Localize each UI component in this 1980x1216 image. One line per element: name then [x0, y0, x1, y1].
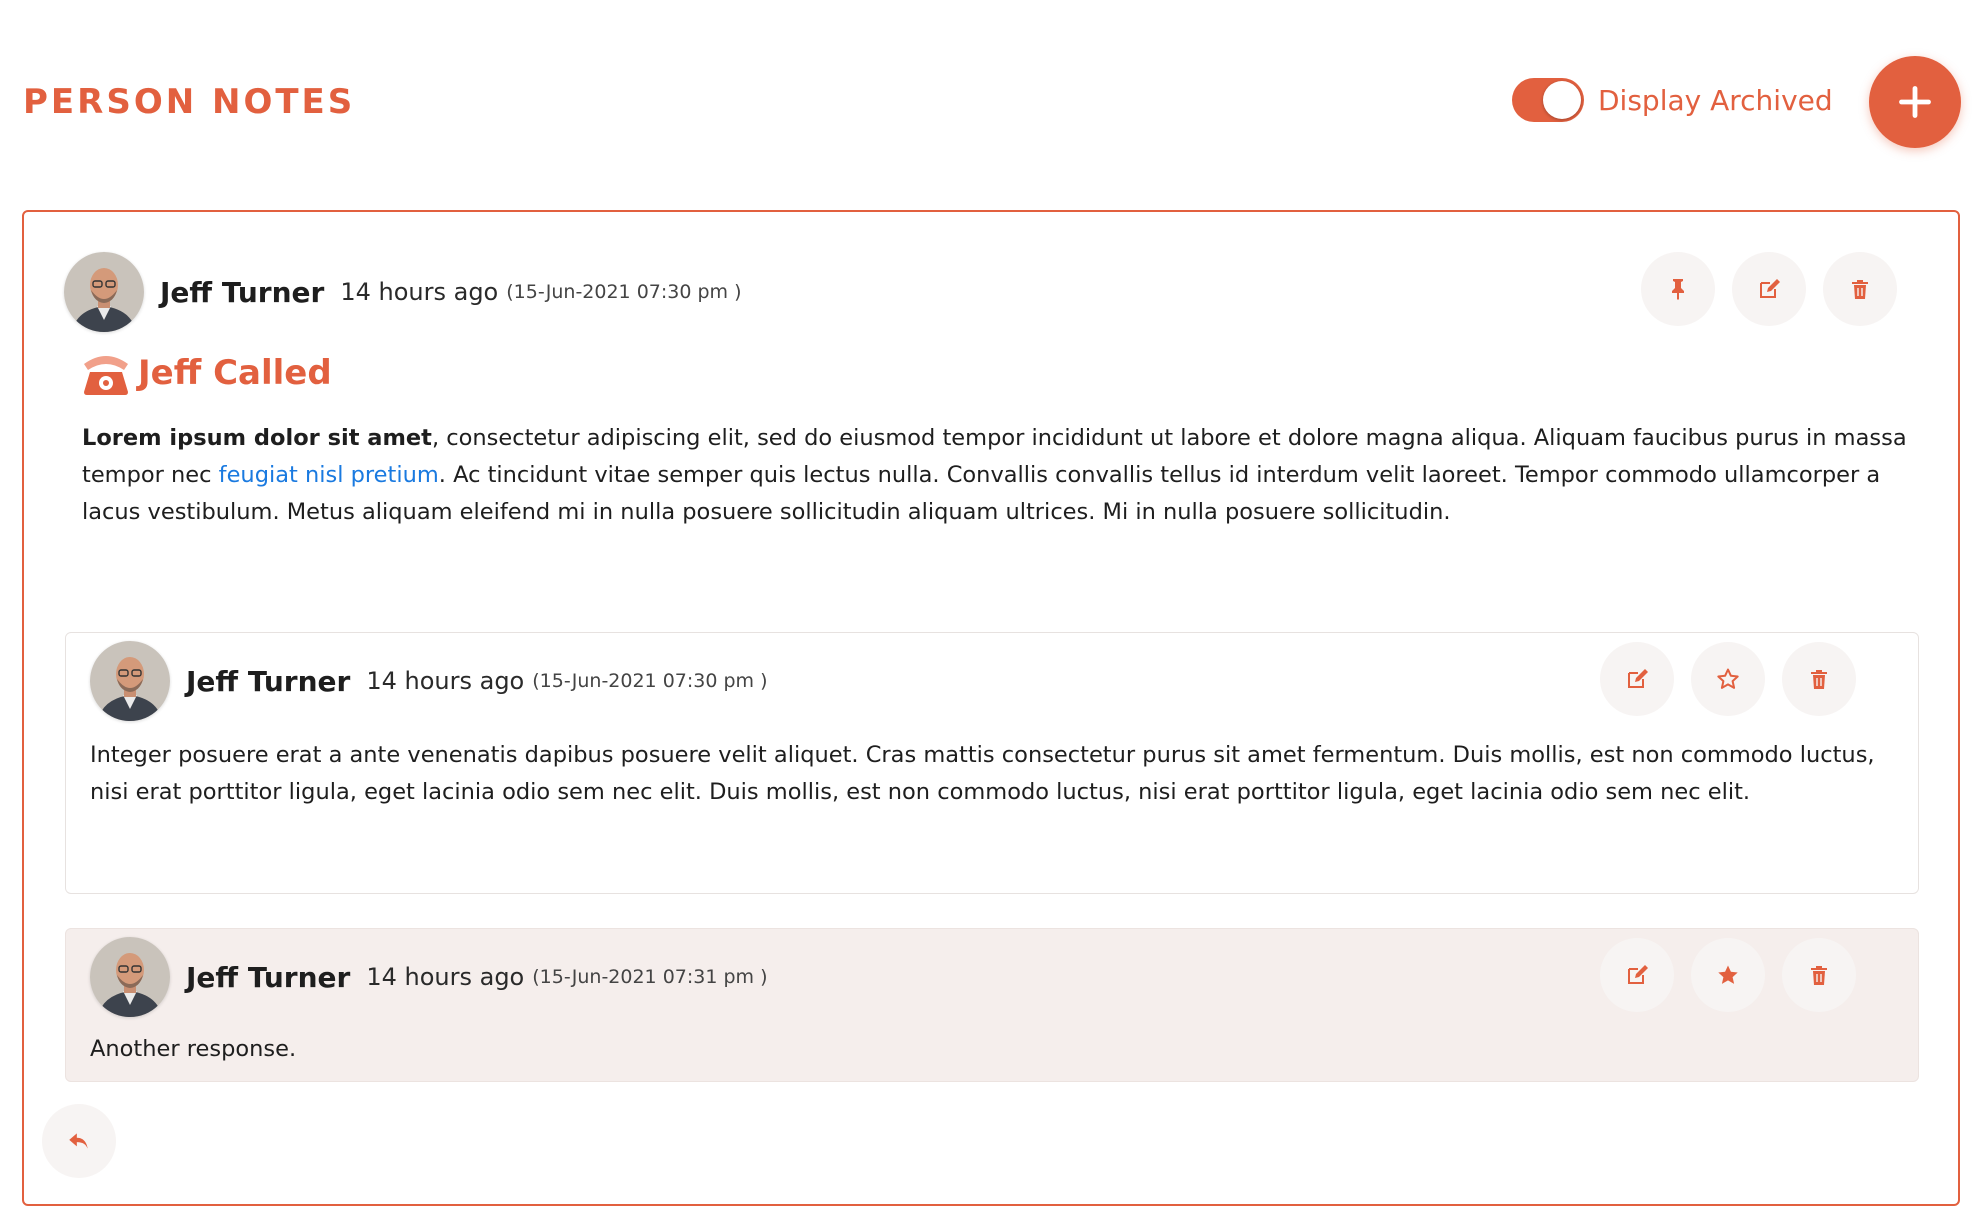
reply-meta: Jeff Turner 14 hours ago (15-Jun-2021 07… [90, 937, 768, 1017]
reply-icon [69, 1133, 88, 1149]
reply-button[interactable] [42, 1104, 116, 1178]
pin-icon [1672, 279, 1684, 300]
trash-icon [1811, 670, 1827, 689]
reply-time-ago: 14 hours ago [366, 963, 525, 991]
edit-icon [1760, 279, 1780, 298]
reply-timestamp: (15-Jun-2021 07:30 pm ) [532, 670, 768, 692]
note-author: Jeff Turner [160, 275, 325, 309]
reply-card: Jeff Turner 14 hours ago (15-Jun-2021 07… [65, 632, 1919, 894]
edit-reply-button[interactable] [1600, 642, 1674, 716]
trash-icon [1811, 966, 1827, 985]
delete-note-button[interactable] [1823, 252, 1897, 326]
add-note-button[interactable] [1869, 56, 1961, 148]
note-meta: Jeff Turner 14 hours ago (15-Jun-2021 07… [64, 252, 742, 332]
note-title-row: Jeff Called [80, 350, 332, 396]
star-filled-icon [1718, 965, 1738, 984]
display-archived-label: Display Archived [1598, 83, 1833, 117]
reply-meta: Jeff Turner 14 hours ago (15-Jun-2021 07… [90, 641, 768, 721]
avatar [64, 252, 144, 332]
reply-text: Another response. [90, 1036, 297, 1062]
phone-icon [80, 350, 132, 396]
delete-reply-button[interactable] [1782, 642, 1856, 716]
trash-icon [1852, 280, 1868, 299]
note-body-bold: Lorem ipsum dolor sit amet [82, 425, 432, 451]
edit-icon [1628, 965, 1648, 984]
reply-author: Jeff Turner [186, 664, 351, 698]
reply-text: Integer posuere erat a ante venenatis da… [90, 742, 1875, 805]
display-archived-toggle[interactable]: Display Archived [1512, 78, 1833, 122]
toggle-switch[interactable] [1512, 78, 1584, 122]
star-reply-button[interactable] [1691, 938, 1765, 1012]
toggle-knob [1543, 81, 1581, 119]
avatar [90, 641, 170, 721]
page-title: PERSON NOTES [23, 82, 356, 122]
note-body: Lorem ipsum dolor sit amet, consectetur … [82, 420, 1942, 531]
edit-note-button[interactable] [1732, 252, 1806, 326]
plus-icon [1899, 86, 1931, 118]
pin-button[interactable] [1641, 252, 1715, 326]
star-reply-button[interactable] [1691, 642, 1765, 716]
reply-author: Jeff Turner [186, 960, 351, 994]
note-time-ago: 14 hours ago [340, 278, 499, 306]
note-card: Jeff Turner 14 hours ago (15-Jun-2021 07… [22, 210, 1960, 1206]
reply-time-ago: 14 hours ago [366, 667, 525, 695]
star-outline-icon [1717, 668, 1739, 689]
avatar [90, 937, 170, 1017]
edit-reply-button[interactable] [1600, 938, 1674, 1012]
reply-card: Jeff Turner 14 hours ago (15-Jun-2021 07… [65, 928, 1919, 1082]
note-body-link[interactable]: feugiat nisl pretium [219, 462, 439, 488]
reply-timestamp: (15-Jun-2021 07:31 pm ) [532, 966, 768, 988]
delete-reply-button[interactable] [1782, 938, 1856, 1012]
note-title: Jeff Called [138, 353, 332, 393]
edit-icon [1628, 669, 1648, 688]
note-timestamp: (15-Jun-2021 07:30 pm ) [506, 281, 742, 303]
